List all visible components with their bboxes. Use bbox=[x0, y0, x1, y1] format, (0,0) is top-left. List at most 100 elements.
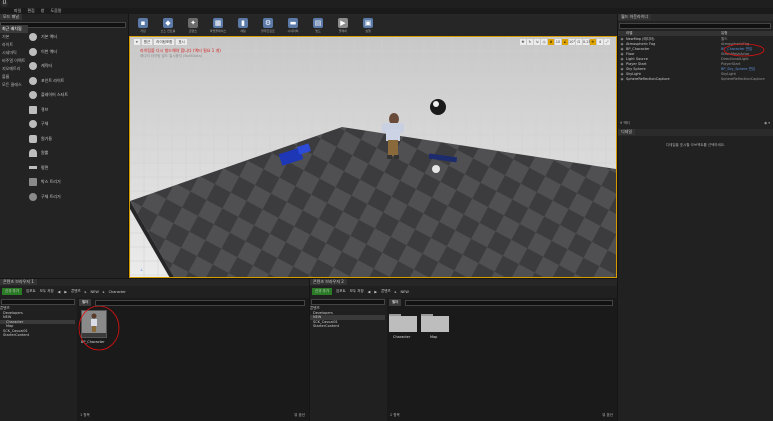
cb2-path-1[interactable]: NEW bbox=[401, 290, 409, 294]
forward-icon[interactable]: ▶ bbox=[64, 290, 67, 294]
placeable-item[interactable]: 원기둥 bbox=[29, 132, 128, 147]
cb2-add-new-button[interactable]: 신규 추가 bbox=[312, 288, 332, 295]
category-item[interactable]: 기본 bbox=[0, 33, 28, 41]
settings-button[interactable]: ▮ 세팅 bbox=[232, 15, 254, 35]
camera-speed-value[interactable]: 4 bbox=[597, 39, 603, 45]
cb1-filter-button[interactable]: 필터 bbox=[79, 299, 92, 306]
show-button[interactable]: 표시 bbox=[176, 39, 187, 45]
folder-tree-item[interactable]: StarterContent bbox=[310, 324, 385, 329]
play-icon: ▶ bbox=[338, 17, 348, 28]
placeable-item[interactable]: 구체 bbox=[29, 117, 128, 132]
scale-icon[interactable]: ⇲ bbox=[534, 39, 540, 45]
details-tab[interactable]: 디테일 bbox=[618, 129, 636, 135]
cb1-path-2[interactable]: Character bbox=[109, 290, 126, 294]
marketplace-button[interactable]: ▦ 마켓플레이스 bbox=[207, 15, 229, 35]
grid-snap-value[interactable]: 10 bbox=[555, 39, 561, 45]
outliner-actor-count: 9 액터 bbox=[620, 121, 630, 125]
maximize-icon[interactable]: ⤢ bbox=[604, 39, 610, 45]
cb1-import-button[interactable]: 임포트 bbox=[26, 289, 36, 294]
eye-icon[interactable]: ◉ bbox=[618, 77, 626, 82]
cb2-filter-button[interactable]: 필터 bbox=[389, 299, 402, 306]
camera-speed-icon[interactable]: ✈ bbox=[590, 39, 596, 45]
blueprint-icon: ⚙ bbox=[263, 17, 273, 28]
category-item[interactable]: 모든 클래스 bbox=[0, 81, 28, 89]
cb2-tab[interactable]: 콘텐츠 브라우저 2 bbox=[310, 279, 347, 285]
content-browser-1: 콘텐츠 브라우저 1 신규 추가 임포트 모두 저장 ◀ ▶ 콘텐츠 ▸ NEW… bbox=[0, 279, 309, 421]
details-header: 디테일 bbox=[618, 129, 773, 136]
outliner-search-input[interactable] bbox=[619, 23, 771, 29]
build-icon: ▤ bbox=[313, 17, 323, 28]
details-empty-message: 디테일을 표시할 오브젝트를 선택하세요. bbox=[665, 143, 726, 147]
placeable-item[interactable]: 포인트 라이트 bbox=[29, 74, 128, 89]
column-label[interactable]: 라벨 bbox=[626, 31, 721, 36]
grid-snap-toggle[interactable]: # bbox=[548, 39, 554, 45]
cb1-path-1[interactable]: NEW bbox=[91, 290, 99, 294]
category-item[interactable]: 볼륨 bbox=[0, 73, 28, 81]
cb1-tab[interactable]: 콘텐츠 브라우저 1 bbox=[0, 279, 37, 285]
folder-tile-character[interactable] bbox=[389, 312, 417, 332]
scale-snap-value[interactable]: 0.25 bbox=[583, 39, 591, 45]
folder-icon bbox=[421, 314, 449, 332]
cylinder-icon bbox=[29, 134, 37, 143]
viewport-menu-button[interactable]: ▾ bbox=[134, 39, 140, 45]
back-icon[interactable]: ◀ bbox=[368, 290, 371, 294]
save-button[interactable]: ▪ 저장 bbox=[132, 15, 154, 35]
placeable-item[interactable]: 플레이어 스타트 bbox=[29, 88, 128, 103]
translate-icon[interactable]: ✥ bbox=[520, 39, 526, 45]
build-button[interactable]: ▤ 빌드 bbox=[307, 15, 329, 35]
launch-button[interactable]: ▣ 실행 bbox=[357, 15, 379, 35]
axis-gizmo-icon: ⊥ bbox=[140, 267, 144, 272]
placeable-item[interactable]: 원뿔 bbox=[29, 146, 128, 161]
cb2-asset-search-input[interactable] bbox=[405, 299, 614, 306]
back-icon[interactable]: ◀ bbox=[58, 290, 61, 294]
cb1-folder-search-input[interactable] bbox=[1, 299, 75, 305]
cb2-save-all-button[interactable]: 모두 저장 bbox=[350, 289, 364, 294]
placeable-item[interactable]: 큐브 bbox=[29, 103, 128, 118]
cb1-path-0[interactable]: 콘텐츠 bbox=[71, 289, 81, 294]
cb1-add-new-button[interactable]: 신규 추가 bbox=[2, 288, 22, 295]
category-item[interactable]: 지오메트리 bbox=[0, 65, 28, 73]
rotation-snap-value[interactable]: 10° bbox=[569, 39, 575, 45]
source-control-button[interactable]: ◆ 소스 컨트롤 bbox=[157, 15, 179, 35]
rotate-icon[interactable]: ↻ bbox=[527, 39, 533, 45]
column-type[interactable]: 유형 bbox=[721, 31, 727, 36]
lit-button[interactable]: 라이팅포함 bbox=[154, 39, 175, 45]
world-outliner: 월드 아웃라이너 라벨 유형 ◉ NewMap (에디터) 월드 ◉ Atmosphe… bbox=[618, 14, 773, 129]
folder-tile-map[interactable] bbox=[421, 312, 449, 332]
category-item[interactable]: 최근 배치됨 bbox=[0, 25, 28, 33]
scale-snap-toggle[interactable]: ⊡ bbox=[576, 39, 582, 45]
category-item[interactable]: 비주얼 이펙트 bbox=[0, 57, 28, 65]
outliner-view-options[interactable]: ◉ ▾ bbox=[764, 121, 770, 125]
category-item[interactable]: 시네마틱 bbox=[0, 49, 28, 57]
placeable-item[interactable]: 이번 액터 bbox=[29, 45, 128, 60]
cb2-path-0[interactable]: 콘텐츠 bbox=[381, 289, 391, 294]
forward-icon[interactable]: ▶ bbox=[374, 290, 377, 294]
category-item[interactable]: 라이트 bbox=[0, 41, 28, 49]
placeable-item[interactable]: 구체 트리거 bbox=[29, 190, 128, 205]
cb2-view-options[interactable]: 뷰 옵션 bbox=[602, 413, 613, 418]
cb2-folder-search-input[interactable] bbox=[311, 299, 385, 305]
cb1-save-all-button[interactable]: 모두 저장 bbox=[40, 289, 54, 294]
sphere-icon bbox=[29, 120, 37, 129]
placeable-item[interactable]: 기본 액터 bbox=[29, 30, 128, 45]
level-viewport[interactable]: ⊥ ▾ 원근 라이팅포함 표시 ✥ ↻ ⇲ ◎ # 10 ∠ 10° ⊡ 0.2… bbox=[129, 36, 617, 278]
character-icon bbox=[29, 62, 37, 71]
play-button[interactable]: ▶ 플레이 bbox=[332, 15, 354, 35]
placeable-item[interactable]: 박스 트리거 bbox=[29, 175, 128, 190]
world-icon[interactable]: ◎ bbox=[541, 39, 547, 45]
cb1-asset-search-input[interactable] bbox=[95, 299, 306, 306]
modes-tab[interactable]: 모드 패널 bbox=[0, 14, 22, 20]
placeable-item[interactable]: 평면 bbox=[29, 161, 128, 176]
cb1-view-options[interactable]: 뷰 옵션 bbox=[294, 413, 305, 418]
blueprints-button[interactable]: ⚙ 블루프린트 bbox=[257, 15, 279, 35]
perspective-button[interactable]: 원근 bbox=[141, 39, 153, 45]
rotation-snap-toggle[interactable]: ∠ bbox=[562, 39, 568, 45]
chevron-right-icon: ▸ bbox=[394, 289, 397, 294]
content-button[interactable]: ✦ 콘텐츠 bbox=[182, 15, 204, 35]
folder-tree-item[interactable]: StarterContent bbox=[0, 333, 75, 338]
placeable-item[interactable]: 캐릭터 bbox=[29, 59, 128, 74]
cinematics-button[interactable]: ▬ 시네마틱 bbox=[282, 15, 304, 35]
outliner-row[interactable]: ◉ SphereReflectionCapture SphereReflection… bbox=[618, 77, 773, 82]
cb2-import-button[interactable]: 임포트 bbox=[336, 289, 346, 294]
outliner-tab[interactable]: 월드 아웃라이너 bbox=[618, 14, 652, 20]
